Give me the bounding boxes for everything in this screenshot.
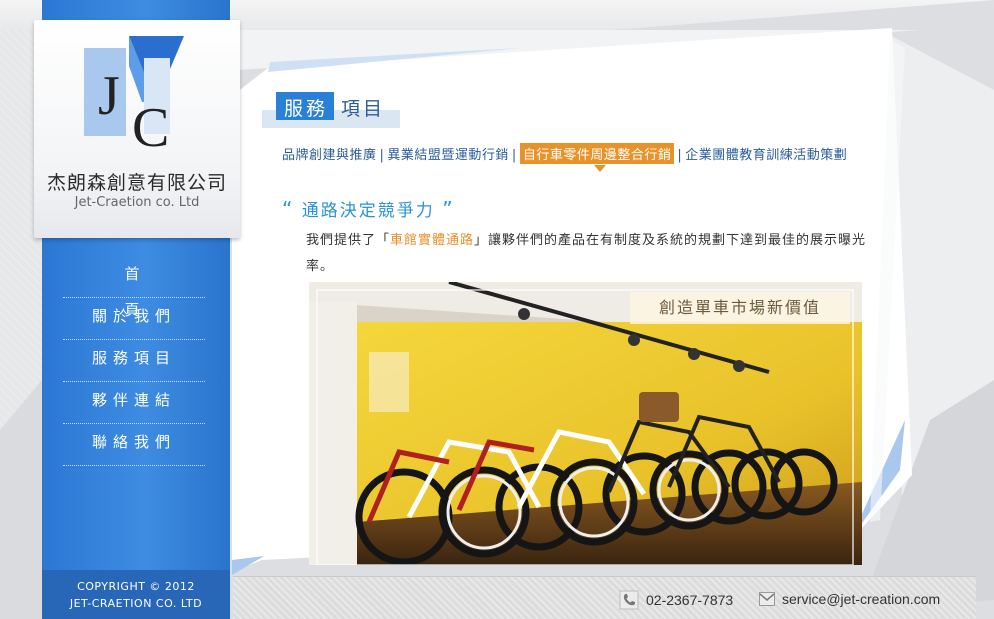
subnav-item-bicycle[interactable]: 自行車零件周邊整合行銷 <box>519 143 675 172</box>
copyright-line1: COPYRIGHT © 2012 <box>77 580 195 593</box>
copyright-line2: JET-CRAETION CO. LTD <box>69 597 203 610</box>
quote-open: “ <box>282 197 295 221</box>
body-text-start: 我們提供了「 <box>306 233 391 248</box>
subnav-item-alliance[interactable]: 異業結盟暨運動行銷 <box>387 144 509 163</box>
nav-item-partners[interactable]: 夥伴連結 <box>63 382 205 424</box>
subnav-item-training[interactable]: 企業團體教育訓練活動策劃 <box>685 144 847 163</box>
subnav-separator: | <box>379 148 385 163</box>
logo-card[interactable]: J C 杰朗森創意有限公司 Jet-Craetion co. Ltd <box>34 20 240 238</box>
company-name-en: Jet-Craetion co. Ltd <box>74 195 200 210</box>
footer-phone[interactable]: 02-2367-7873 <box>646 592 733 608</box>
section-heading-text: 通路決定競爭力 <box>301 201 435 221</box>
footer-email[interactable]: service@jet-creation.com <box>782 591 940 607</box>
subnav-separator: | <box>677 148 683 163</box>
mail-icon <box>759 592 775 606</box>
copyright: COPYRIGHT © 2012 JET-CRAETION CO. LTD <box>42 570 230 619</box>
service-subnav: 品牌創建與推廣 | 異業結盟暨運動行銷 | 自行車零件周邊整合行銷 | 企業團體教育訓練活動… <box>282 143 847 172</box>
main-nav: 首頁 關於我們 服務項目 夥伴連結 聯絡我們 <box>63 256 205 466</box>
page-title-highlight: 服務 <box>284 98 329 120</box>
section-heading: “ 通路決定競爭力 ” <box>282 196 455 221</box>
quote-close: ” <box>442 197 455 221</box>
subnav-item-brand[interactable]: 品牌創建與推廣 <box>282 144 377 163</box>
page-title-rest: 項目 <box>341 98 386 120</box>
phone-icon <box>619 590 639 610</box>
company-name-cn: 杰朗森創意有限公司 <box>46 172 227 194</box>
nav-item-about[interactable]: 關於我們 <box>63 298 205 340</box>
nav-item-services[interactable]: 服務項目 <box>63 340 205 382</box>
svg-text:C: C <box>132 97 169 154</box>
subnav-separator: | <box>511 148 517 163</box>
photo-caption: 創造單車市場新價值 <box>630 292 850 324</box>
nav-item-contact[interactable]: 聯絡我們 <box>63 424 205 466</box>
body-text-highlight: 車館實體通路 <box>390 233 475 248</box>
nav-item-home[interactable]: 首頁 <box>63 256 205 319</box>
showroom-photo: 創造單車市場新價值 <box>309 282 862 565</box>
company-logo: J C <box>84 36 184 154</box>
bicycle-showroom-image <box>309 282 862 565</box>
body-paragraph: 我們提供了「車館實體通路」讓夥伴們的產品在有制度及系統的規劃下達到最佳的展示曝光… <box>306 228 876 280</box>
svg-text:J: J <box>98 65 120 127</box>
